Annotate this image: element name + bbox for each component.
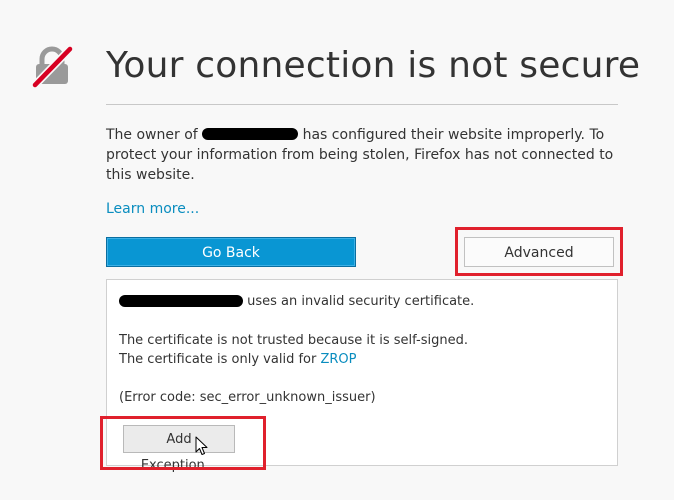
crossed-lock-icon xyxy=(32,46,73,88)
add-exception-button[interactable]: Add Exception... xyxy=(123,425,235,473)
error-code-text: (Error code: sec_error_unknown_issuer) xyxy=(119,390,376,405)
advanced-panel: uses an invalid security certificate. Th… xyxy=(106,279,618,473)
redacted-hostname xyxy=(119,294,243,307)
redacted-hostname xyxy=(202,128,299,140)
description-prefix: The owner of xyxy=(106,127,198,143)
not-trusted-text: The certificate is not trusted because i… xyxy=(119,333,468,348)
invalid-cert-line: uses an invalid security certificate. xyxy=(119,294,474,309)
title-divider xyxy=(106,104,618,105)
page-title: Your connection is not secure xyxy=(106,45,641,86)
valid-domain-link[interactable]: ZROP xyxy=(320,352,356,367)
error-description: The owner of has configured their websit… xyxy=(106,125,618,185)
only-valid-text: The certificate is only valid for xyxy=(119,352,317,367)
invalid-cert-text: uses an invalid security certificate. xyxy=(247,294,475,309)
go-back-button[interactable]: Go Back xyxy=(106,237,356,267)
advanced-button[interactable]: Advanced xyxy=(464,237,614,267)
only-valid-line: The certificate is only valid for ZROP xyxy=(119,352,357,367)
learn-more-link[interactable]: Learn more... xyxy=(106,201,199,217)
